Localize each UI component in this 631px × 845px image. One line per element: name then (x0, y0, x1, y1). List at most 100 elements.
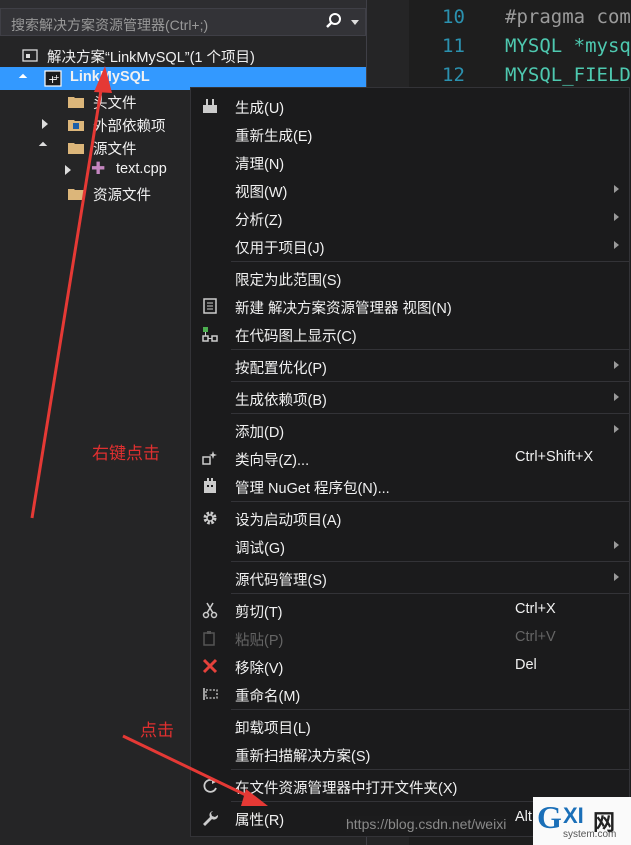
collapse-arrow-icon[interactable] (18, 73, 28, 83)
annotation-right-click: 右键点击 (92, 444, 160, 463)
menu-item-build[interactable]: 生成(U) (191, 92, 629, 119)
remove-x-icon (202, 658, 218, 674)
menu-item-shortcut: Ctrl+V (515, 629, 556, 645)
menu-item-shortcut: Ctrl+Shift+X (515, 449, 594, 465)
menu-item-label: 剪切(T) (235, 605, 283, 621)
menu-item-label: 分析(Z) (235, 213, 283, 229)
annotation-click: 点击 (140, 721, 174, 740)
menu-item-build-dependencies[interactable]: 生成依赖项(B) (191, 384, 629, 411)
build-icon (203, 99, 217, 113)
panel-toolbar-strip (0, 0, 366, 8)
menu-item-label: 重命名(M) (235, 689, 301, 705)
code-line[interactable]: 11 MYSQL *mysq (367, 33, 631, 61)
gear-icon (203, 511, 217, 525)
menu-item-clean[interactable]: 清理(N) (191, 148, 629, 175)
menu-item-class-wizard[interactable]: 类向导(Z)... Ctrl+Shift+X (191, 444, 629, 471)
scissors-icon (202, 602, 218, 619)
menu-item-debug[interactable]: 调试(G) (191, 532, 629, 559)
class-wizard-icon (202, 451, 217, 465)
tree-item-label: LinkMySQL (70, 69, 150, 85)
menu-item-manage-nuget[interactable]: 管理 NuGet 程序包(N)... (191, 472, 629, 499)
menu-separator (231, 593, 629, 594)
submenu-arrow-icon (614, 185, 619, 193)
menu-separator (231, 381, 629, 382)
folder-icon (68, 97, 84, 108)
menu-item-label: 管理 NuGet 程序包(N)... (235, 481, 390, 497)
paste-icon (203, 631, 215, 646)
code-line[interactable]: 10 #pragma com (367, 4, 631, 32)
code-text: MYSQL_FIELD (505, 64, 631, 86)
search-options-chevron-icon[interactable] (351, 20, 359, 25)
external-deps-folder-icon (68, 120, 84, 131)
menu-item-label: 生成(U) (235, 101, 285, 117)
context-menu: 生成(U) 重新生成(E) 清理(N) 视图(W) 分析(Z) 仅用于项目(J)… (190, 87, 630, 837)
menu-item-rename[interactable]: 重命名(M) (191, 680, 629, 707)
search-placeholder: 搜索解决方案资源管理器(Ctrl+;) (11, 17, 209, 33)
logo-xi: XI (563, 803, 584, 828)
menu-item-label: 清理(N) (235, 157, 285, 173)
folder-icon (68, 189, 84, 200)
code-line[interactable]: 12 MYSQL_FIELD (367, 62, 631, 90)
wrench-icon (203, 811, 219, 826)
menu-item-label: 视图(W) (235, 185, 288, 201)
menu-item-rebuild[interactable]: 重新生成(E) (191, 120, 629, 147)
menu-item-open-in-explorer[interactable]: 在文件资源管理器中打开文件夹(X) (191, 772, 629, 799)
submenu-arrow-icon (614, 361, 619, 369)
code-text: MYSQL *mysq (505, 35, 631, 57)
menu-item-label: 生成依赖项(B) (235, 393, 327, 409)
menu-item-show-on-code-map[interactable]: 在代码图上显示(C) (191, 320, 629, 347)
submenu-arrow-icon (614, 425, 619, 433)
menu-separator (231, 349, 629, 350)
menu-item-label: 粘贴(P) (235, 633, 284, 649)
submenu-arrow-icon (614, 213, 619, 221)
code-text: #pragma com (505, 6, 631, 28)
menu-item-analyze[interactable]: 分析(Z) (191, 204, 629, 231)
menu-item-shortcut: Ctrl+X (515, 601, 556, 617)
menu-item-label: 重新扫描解决方案(S) (235, 749, 371, 765)
menu-item-shortcut: Alt (515, 809, 532, 825)
menu-item-view[interactable]: 视图(W) (191, 176, 629, 203)
search-icon[interactable] (325, 12, 343, 30)
expand-arrow-icon[interactable] (42, 119, 48, 129)
tree-item-label: 外部依赖项 (93, 119, 166, 135)
site-logo: G XI 网 system.com (533, 797, 631, 845)
menu-item-profile-guided-opt[interactable]: 按配置优化(P) (191, 352, 629, 379)
cpp-project-icon: + + (44, 70, 62, 87)
menu-item-source-control[interactable]: 源代码管理(S) (191, 564, 629, 591)
watermark-url: https://blog.csdn.net/weixi (346, 816, 507, 832)
cpp-file-icon: ✚ (91, 159, 106, 178)
menu-separator (231, 413, 629, 414)
menu-item-label: 按配置优化(P) (235, 361, 327, 377)
menu-item-unload-project[interactable]: 卸载项目(L) (191, 712, 629, 739)
tree-item-solution[interactable]: 解决方案“LinkMySQL”(1 个项目) (0, 44, 366, 67)
menu-item-label: 添加(D) (235, 425, 285, 441)
menu-item-label: 设为启动项目(A) (235, 513, 342, 529)
collapse-arrow-icon[interactable] (38, 141, 48, 151)
menu-item-new-explorer-view[interactable]: 新建 解决方案资源管理器 视图(N) (191, 292, 629, 319)
menu-item-project-only[interactable]: 仅用于项目(J) (191, 232, 629, 259)
menu-item-add[interactable]: 添加(D) (191, 416, 629, 443)
menu-item-shortcut: Del (515, 657, 537, 673)
menu-separator (231, 709, 629, 710)
submenu-arrow-icon (614, 573, 619, 581)
tree-item-label: 头文件 (93, 96, 137, 112)
menu-separator (231, 261, 629, 262)
logo-g: G (537, 799, 562, 835)
submenu-arrow-icon (614, 241, 619, 249)
menu-item-set-startup[interactable]: 设为启动项目(A) (191, 504, 629, 531)
submenu-arrow-icon (614, 541, 619, 549)
tree-item-label: 资源文件 (93, 188, 151, 204)
menu-item-label: 类向导(Z)... (235, 453, 310, 469)
menu-item-cut[interactable]: 剪切(T) Ctrl+X (191, 596, 629, 623)
menu-item-rescan-solution[interactable]: 重新扫描解决方案(S) (191, 740, 629, 767)
logo-system: system.com (563, 829, 617, 840)
submenu-arrow-icon (614, 393, 619, 401)
search-input[interactable]: 搜索解决方案资源管理器(Ctrl+;) (0, 8, 366, 36)
menu-separator (231, 561, 629, 562)
menu-item-label: 卸载项目(L) (235, 721, 311, 737)
rename-icon (203, 688, 218, 700)
menu-item-remove[interactable]: 移除(V) Del (191, 652, 629, 679)
menu-item-scope-to-this[interactable]: 限定为此范围(S) (191, 264, 629, 291)
tree-item-label: text.cpp (116, 161, 167, 177)
expand-arrow-icon[interactable] (65, 165, 71, 175)
